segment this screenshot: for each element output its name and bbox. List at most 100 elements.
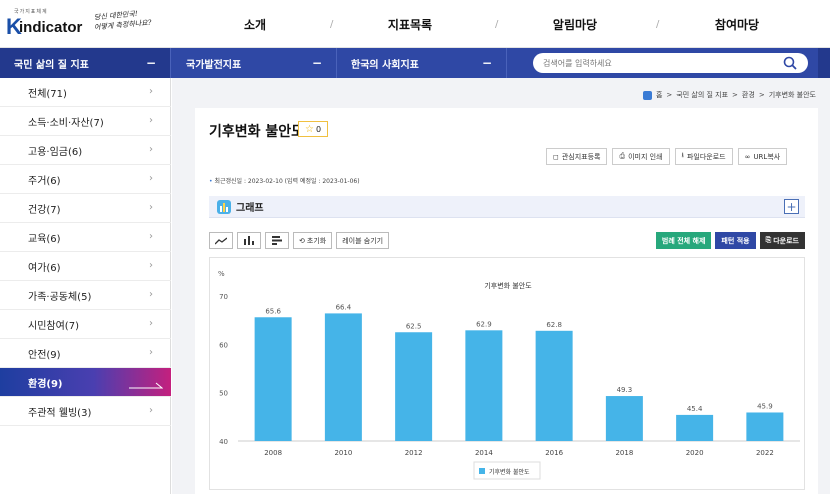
- x-tick-label: 2012: [405, 449, 423, 457]
- page-title: 기후변화 불안도: [209, 124, 305, 140]
- arrow-right-icon: [129, 382, 163, 389]
- breadcrumb-item[interactable]: 국민 삶의 질 지표: [676, 90, 728, 100]
- nav-national-development-label: 국가발전지표: [186, 59, 242, 71]
- search-icon[interactable]: [782, 55, 798, 71]
- sidebar-item[interactable]: 시민참여(7) ›: [0, 310, 171, 339]
- sidebar-item[interactable]: 주관적 웰빙(3) ›: [0, 397, 171, 426]
- breadcrumb-item[interactable]: 환경: [742, 90, 755, 100]
- topnav-indicator-list[interactable]: 지표목록: [365, 0, 455, 48]
- copy-url-button[interactable]: ∞ URL복사: [737, 148, 788, 165]
- bar: [676, 414, 714, 441]
- sidebar-item-label: 환경(9): [28, 378, 63, 390]
- legend-swatch: [479, 468, 485, 474]
- favorite-button[interactable]: ☆ 0: [298, 121, 328, 137]
- x-tick-label: 2020: [686, 449, 704, 457]
- chevron-right-icon: ›: [149, 318, 153, 329]
- nav-quality-of-life-label: 국민 삶의 질 지표: [14, 59, 89, 71]
- y-tick-label: 60: [219, 341, 228, 349]
- navbar-right-cap: [818, 48, 830, 78]
- nav-quality-of-life[interactable]: 국민 삶의 질 지표 −: [0, 48, 171, 78]
- reset-label: 초기화: [306, 236, 327, 245]
- print-image-button[interactable]: ⎙ 이미지 인쇄: [612, 148, 670, 165]
- logo-wordmark: indicator: [19, 19, 83, 36]
- sidebar-item-label: 소득·소비·자산(7): [28, 117, 104, 129]
- graph-section-title: 그래프: [236, 203, 264, 214]
- link-icon: ∞: [744, 152, 751, 161]
- sidebar-item-label: 안전(9): [28, 349, 61, 361]
- y-tick-label: 40: [219, 438, 228, 446]
- chevron-right-icon: ›: [149, 202, 153, 213]
- home-icon[interactable]: [642, 90, 652, 100]
- chart-right-tools: 범례 전체 해제 패턴 적용 ⎘ 다운로드: [655, 232, 805, 249]
- x-tick-label: 2014: [475, 449, 493, 457]
- sidebar-item[interactable]: 건강(7) ›: [0, 194, 171, 223]
- site-logo[interactable]: 국가지표체계 K indicator: [6, 8, 83, 39]
- data-label: 66.4: [336, 303, 352, 311]
- chart-title: 기후변화 불안도: [484, 281, 532, 290]
- apply-pattern-button[interactable]: 패턴 적용: [715, 232, 756, 249]
- x-tick-label: 2016: [545, 449, 563, 457]
- sidebar-item[interactable]: 가족·공동체(5) ›: [0, 281, 171, 310]
- topnav-participation[interactable]: 참여마당: [692, 0, 782, 48]
- chevron-right-icon: ›: [149, 289, 153, 300]
- printer-icon: ⎙: [619, 152, 626, 160]
- bookmark-indicator-button[interactable]: ◻ 관심지표등록: [546, 148, 608, 165]
- chevron-right-icon: ›: [149, 173, 153, 184]
- sidebar-item[interactable]: 여가(6) ›: [0, 252, 171, 281]
- graph-section-header: 그래프 +: [209, 196, 805, 218]
- y-axis-unit: %: [218, 270, 225, 278]
- star-icon: ☆: [304, 123, 314, 135]
- clear-legend-button[interactable]: 범례 전체 해제: [655, 232, 712, 249]
- topnav-intro[interactable]: 소개: [210, 0, 300, 48]
- file-download-button[interactable]: ⭳ 파일다운로드: [674, 148, 733, 165]
- download-icon: ⎘: [765, 236, 772, 244]
- download-icon: ⭳: [681, 151, 684, 159]
- breadcrumb-separator: >: [758, 91, 765, 99]
- line-chart-button[interactable]: [209, 232, 233, 249]
- sidebar-item[interactable]: 교육(6) ›: [0, 223, 171, 252]
- topnav-notice[interactable]: 알림마당: [530, 0, 620, 48]
- sidebar-item-label: 시민참여(7): [28, 320, 79, 332]
- bar: [254, 317, 292, 441]
- sidebar-item[interactable]: 안전(9) ›: [0, 339, 171, 368]
- chevron-right-icon: ›: [149, 347, 153, 358]
- sidebar-item-label: 여가(6): [28, 262, 61, 274]
- y-tick-label: 70: [219, 293, 228, 301]
- data-label: 62.9: [476, 320, 492, 328]
- nav-social-indicators-label: 한국의 사회지표: [351, 59, 419, 71]
- search-box[interactable]: [533, 53, 808, 73]
- search-input[interactable]: [543, 58, 763, 68]
- breadcrumb: 홈 > 국민 삶의 질 지표 > 환경 > 기후변화 불안도: [642, 90, 816, 100]
- print-image-label: 이미지 인쇄: [628, 152, 663, 161]
- apply-pattern-label: 패턴 적용: [721, 236, 750, 245]
- hide-labels-button[interactable]: 레이블 숨기기: [336, 232, 390, 249]
- chart-download-button[interactable]: ⎘ 다운로드: [759, 232, 805, 249]
- breadcrumb-item: 기후변화 불안도: [768, 91, 816, 99]
- sidebar-item[interactable]: 소득·소비·자산(7) ›: [0, 107, 171, 136]
- reset-button[interactable]: ⟲ 초기화: [293, 232, 333, 249]
- bar-chart-button[interactable]: [237, 232, 261, 249]
- y-tick-label: 50: [219, 390, 228, 398]
- sidebar-item[interactable]: 환경(9): [0, 368, 171, 397]
- chevron-right-icon: ›: [149, 86, 153, 97]
- horizontal-bar-button[interactable]: [265, 232, 289, 249]
- sidebar-item-label: 주관적 웰빙(3): [28, 407, 92, 419]
- breadcrumb-home[interactable]: 홈: [656, 90, 662, 100]
- collapse-icon: −: [145, 56, 156, 70]
- nav-national-development[interactable]: 국가발전지표 −: [172, 48, 337, 78]
- bar: [535, 330, 573, 441]
- chevron-right-icon: ›: [149, 231, 153, 242]
- expand-plus-button[interactable]: +: [784, 199, 799, 214]
- bullet-icon: •: [209, 178, 213, 185]
- sidebar-item-label: 가족·공동체(5): [28, 291, 92, 303]
- sidebar-item-label: 전체(71): [28, 88, 67, 100]
- collapse-icon: −: [481, 56, 492, 70]
- bar: [605, 396, 643, 441]
- sidebar-item[interactable]: 전체(71) ›: [0, 78, 171, 107]
- sidebar-item[interactable]: 주거(6) ›: [0, 165, 171, 194]
- nav-social-indicators[interactable]: 한국의 사회지표 −: [337, 48, 507, 78]
- clear-legend-label: 범례 전체 해제: [661, 236, 706, 245]
- x-tick-label: 2018: [615, 449, 633, 457]
- chart-download-label: 다운로드: [773, 236, 799, 245]
- sidebar-item[interactable]: 고용·임금(6) ›: [0, 136, 171, 165]
